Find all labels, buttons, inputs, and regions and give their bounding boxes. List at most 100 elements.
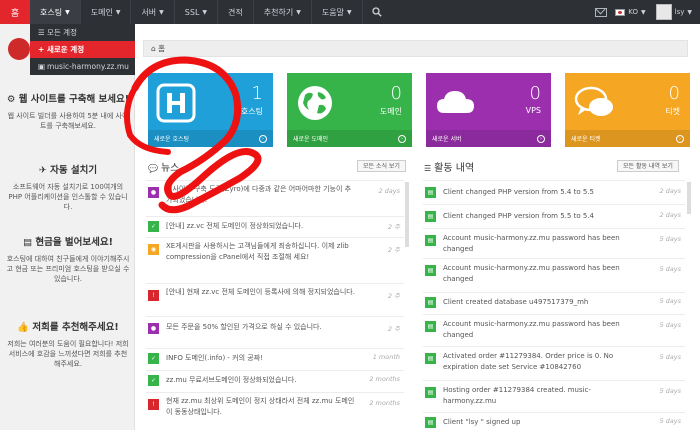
news-item[interactable]: ! [안내] 현재 zz.vc 전체 도메인이 등록사에 의해 정지되었습니다.… bbox=[146, 283, 404, 311]
menu-item-account-site[interactable]: ▣ music-harmony.zz.mu bbox=[30, 58, 135, 75]
nav-domain[interactable]: 도메인 ▼ bbox=[81, 0, 132, 24]
all-news-button[interactable]: 모든 소식 보기 bbox=[357, 160, 406, 172]
activity-text: Activated order #11279384. Order price i… bbox=[443, 352, 614, 371]
home-icon: ⌂ bbox=[151, 44, 156, 53]
news-item[interactable]: ✓ [안내] zz.vc 전체 도메인이 정상화되었습니다. 2 주 bbox=[146, 216, 404, 236]
news-text: INFO 도메인(.info) - 커의 공짜! bbox=[166, 354, 263, 362]
sidebar-title: 저희를 추천해주세요! bbox=[32, 322, 119, 333]
activity-item[interactable]: ▤ Account music-harmony.zz.mu password h… bbox=[423, 228, 685, 256]
arrow-circle-icon: › bbox=[259, 134, 267, 143]
avatar[interactable] bbox=[655, 4, 672, 20]
news-status-icon: ● bbox=[148, 187, 159, 198]
activity-time: 5 days bbox=[659, 235, 681, 243]
activity-title: 활동 내역 bbox=[434, 162, 475, 174]
activity-item[interactable]: ▤ Account music-harmony.zz.mu password h… bbox=[423, 314, 685, 342]
tile-footer-label: 새로운 서버 bbox=[432, 136, 462, 143]
nav-help[interactable]: 도움말 ▼ bbox=[312, 0, 363, 24]
news-text: zz.mu 무료서브도메인이 정상화되었습니다. bbox=[166, 376, 297, 384]
language-selector[interactable]: KO ▼ bbox=[615, 8, 646, 16]
sidebar-recommend[interactable]: 👍 저희를 추천해주세요! 저희는 여러분의 도움이 필요합니다! 저희 서비스… bbox=[6, 322, 130, 369]
tile-footer[interactable]: 새로운 서버 › bbox=[426, 130, 551, 147]
menu-label: music-harmony.zz.mu bbox=[47, 62, 129, 71]
activity-icon: ▤ bbox=[425, 265, 436, 276]
menu-item-all-accounts[interactable]: ☰ 모든 계정 bbox=[30, 24, 135, 41]
tile-footer[interactable]: 새로운 호스팅 › bbox=[148, 130, 273, 147]
sidebar-website-builder[interactable]: ⚙ 웹 사이트를 구축해 보세요! 웹 사이트 빌더를 사용하여 5분 내에 사… bbox=[6, 94, 130, 131]
tile-footer[interactable]: 새로운 도메인 › bbox=[287, 130, 412, 147]
top-navbar: 홈 호스팅 ▼ 도메인 ▼ 서버 ▼ SSL ▼ 견적 추천하기 ▼ 도움말 ▼ KO ▼ … bbox=[0, 0, 700, 24]
news-text: [안내] zz.vc 전체 도메인이 정상화되었습니다. bbox=[166, 222, 304, 230]
tile-hosting[interactable]: 1 호스팅 새로운 호스팅 › bbox=[148, 73, 273, 147]
breadcrumb: ⌂ 홈 bbox=[143, 40, 688, 57]
search-icon bbox=[371, 7, 382, 17]
hosting-dropdown-menu: ☰ 모든 계정 + 새로운 계정 ▣ music-harmony.zz.mu bbox=[30, 24, 135, 75]
activity-item[interactable]: ▤ Client "lsy " signed up 5 days bbox=[423, 412, 685, 430]
menu-item-new-account[interactable]: + 새로운 계정 bbox=[30, 41, 135, 58]
activity-icon: ▤ bbox=[425, 297, 436, 308]
activity-text: Hosting order #11279384 created. music-h… bbox=[443, 386, 591, 405]
news-text: 현재 zz.mu 최상위 도메인이 정지 상태라서 전체 zz.mu 도메인이 … bbox=[166, 397, 355, 416]
all-activity-button[interactable]: 모든 활동 내역 보기 bbox=[617, 160, 679, 172]
activity-item[interactable]: ▤ Account music-harmony.zz.mu password h… bbox=[423, 258, 685, 288]
news-text: XE게시판을 사용하시는 고객님들에게 죄송하십니다. 이제 zlib comp… bbox=[166, 242, 349, 261]
menu-label: 모든 계정 bbox=[47, 28, 77, 37]
server-icon: ▣ bbox=[38, 62, 46, 71]
nav-label: 추천하기 bbox=[263, 7, 294, 17]
globe-icon bbox=[295, 83, 335, 125]
activity-item[interactable]: ▤ Client changed PHP version from 5.4 to… bbox=[423, 180, 685, 202]
chevron-down-icon: ▼ bbox=[202, 8, 208, 16]
activity-text: Client changed PHP version from 5.4 to 5… bbox=[443, 188, 594, 196]
news-item[interactable]: ● 모든 주문을 50% 할인된 가격으로 하실 수 있습니다. 2 주 bbox=[146, 316, 404, 342]
tile-tickets[interactable]: 0 티켓 새로운 티켓 › bbox=[565, 73, 690, 147]
chevron-down-icon: ▼ bbox=[346, 8, 352, 16]
home-button[interactable]: 홈 bbox=[0, 0, 30, 24]
activity-text: Client created database u497517379_mh bbox=[443, 298, 589, 306]
mail-icon[interactable] bbox=[595, 7, 608, 17]
search-button[interactable] bbox=[363, 0, 391, 24]
username[interactable]: lsy bbox=[675, 8, 685, 16]
news-status-icon: ✓ bbox=[148, 375, 159, 386]
tile-domain[interactable]: 0 도메인 새로운 도메인 › bbox=[287, 73, 412, 147]
activity-scrollbar[interactable] bbox=[687, 182, 691, 214]
activity-icon: ▤ bbox=[425, 387, 436, 398]
news-status-icon: ! bbox=[148, 290, 159, 301]
plus-icon: + bbox=[38, 45, 45, 54]
activity-item[interactable]: ▤ Activated order #11279384. Order price… bbox=[423, 346, 685, 376]
activity-time: 5 days bbox=[659, 387, 681, 395]
arrow-circle-icon: › bbox=[676, 134, 684, 143]
sidebar-earn-cash[interactable]: ▤ 현금을 벌어보세요! 호스팅에 대하여 친구들에게 이야기해주시고 현금 또… bbox=[6, 237, 130, 284]
nav-hosting[interactable]: 호스팅 ▼ bbox=[30, 0, 81, 24]
news-item[interactable]: ! 현재 zz.mu 최상위 도메인이 정지 상태라서 전체 zz.mu 도메인… bbox=[146, 392, 404, 422]
activity-item[interactable]: ▤ Client created database u497517379_mh … bbox=[423, 292, 685, 310]
news-scrollbar[interactable] bbox=[405, 182, 409, 247]
sidebar-title: 웹 사이트를 구축해 보세요! bbox=[18, 94, 130, 105]
thumbs-up-icon: 👍 bbox=[17, 322, 30, 333]
news-item[interactable]: ✓ INFO 도메인(.info) - 커의 공짜! 1 month bbox=[146, 348, 404, 366]
breadcrumb-home[interactable]: 홈 bbox=[158, 44, 165, 53]
activity-time: 5 days bbox=[659, 417, 681, 425]
nav-referral[interactable]: 추천하기 ▼ bbox=[254, 0, 312, 24]
hosting-h-icon bbox=[156, 83, 196, 125]
nav-ssl[interactable]: SSL ▼ bbox=[175, 0, 219, 24]
news-item[interactable]: ◉ XE게시판을 사용하시는 고객님들에게 죄송하십니다. 이제 zlib co… bbox=[146, 237, 404, 277]
news-header: 💬 뉴스 bbox=[148, 158, 179, 174]
nav-quote[interactable]: 견적 bbox=[218, 0, 254, 24]
nav-server[interactable]: 서버 ▼ bbox=[131, 0, 175, 24]
news-time: 1 month bbox=[372, 353, 400, 361]
sidebar-auto-installer[interactable]: ✈ 자동 설치기 소프트웨어 자동 설치기로 100여개의 PHP 어플리케이션… bbox=[6, 165, 130, 212]
sidebar-title: 현금을 벌어보세요! bbox=[35, 237, 113, 248]
news-item[interactable]: ✓ zz.mu 무료서브도메인이 정상화되었습니다. 2 months bbox=[146, 370, 404, 388]
activity-item[interactable]: ▤ Client changed PHP version from 5.5 to… bbox=[423, 204, 685, 226]
tile-vps[interactable]: 0 VPS 새로운 서버 › bbox=[426, 73, 551, 147]
activity-item[interactable]: ▤ Hosting order #11279384 created. music… bbox=[423, 380, 685, 408]
news-time: 2 주 bbox=[387, 223, 400, 231]
activity-icon: ▤ bbox=[425, 235, 436, 246]
chevron-down-icon: ▼ bbox=[159, 8, 164, 16]
tile-footer[interactable]: 새로운 티켓 › bbox=[565, 130, 690, 147]
tile-label: VPS bbox=[525, 106, 541, 115]
activity-header: ☰ 활동 내역 bbox=[424, 158, 474, 174]
comments-icon bbox=[573, 83, 617, 125]
sidebar-desc: 저희는 여러분의 도움이 필요합니다! 저희 서비스에 호감을 느끼셨다면 저희… bbox=[7, 340, 129, 368]
news-item[interactable]: ● 웹사이트 구축 도구(Zyro)에 다중과 같은 어마어마한 기능이 추가되… bbox=[146, 180, 404, 206]
activity-text: Account music-harmony.zz.mu password has… bbox=[443, 320, 620, 339]
